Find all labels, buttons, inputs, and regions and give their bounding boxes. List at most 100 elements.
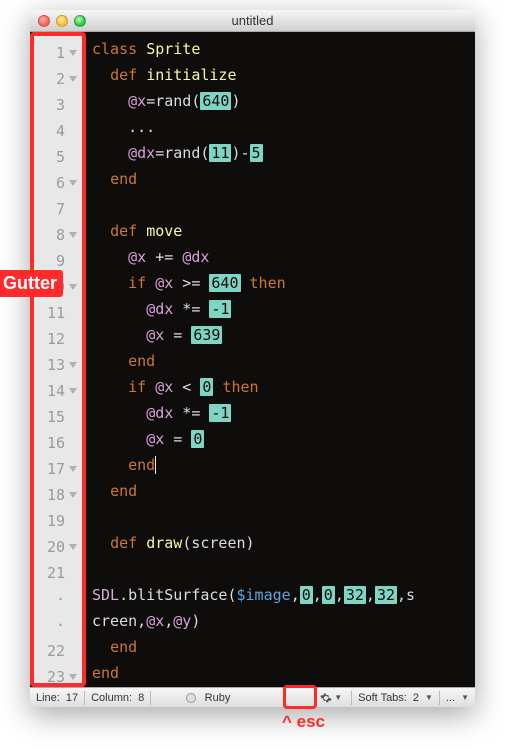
language-label[interactable]: Ruby (205, 692, 231, 704)
separator (150, 691, 151, 705)
gutter-line[interactable]: 2 (34, 66, 82, 92)
gutter-line[interactable]: 1 (34, 40, 82, 66)
zoom-icon[interactable] (74, 15, 86, 27)
code-line[interactable]: ... (92, 114, 475, 140)
fold-icon[interactable] (68, 386, 78, 396)
gutter-line[interactable]: 14 (34, 378, 82, 404)
token: , (164, 612, 173, 630)
bundle-menu-button[interactable]: ▼ (317, 692, 345, 704)
chevron-down-icon[interactable]: ▼ (425, 693, 433, 702)
status-col-value[interactable]: 8 (138, 692, 144, 704)
token: @x (146, 612, 164, 630)
gutter-line[interactable]: · (34, 612, 82, 638)
gutter-line[interactable]: 3 (34, 92, 82, 118)
chevron-down-icon: ▼ (334, 693, 342, 702)
token: 640 (200, 92, 231, 110)
gutter[interactable]: 123456789101112131415161718192021··2223 (30, 32, 86, 687)
token: then (222, 378, 258, 396)
code-area[interactable]: class Sprite def initialize @x=rand(640)… (86, 32, 475, 687)
minimize-icon[interactable] (56, 15, 68, 27)
code-line[interactable] (92, 504, 475, 530)
fold-icon[interactable] (68, 464, 78, 474)
gutter-line[interactable]: 16 (34, 430, 82, 456)
status-bar: Line: 17 Column: 8 Ruby ▼ Soft Tabs: 2 ▼… (30, 687, 475, 707)
gutter-line[interactable]: 17 (34, 456, 82, 482)
token: then (250, 274, 286, 292)
status-line-label: Line: (36, 692, 60, 704)
gutter-line[interactable]: 6 (34, 170, 82, 196)
symbol-popup[interactable]: ... (446, 692, 455, 704)
code-line[interactable]: @x=rand(640) (92, 88, 475, 114)
code-line[interactable]: def move (92, 218, 475, 244)
fold-icon (68, 334, 78, 344)
token (92, 66, 110, 84)
code-line[interactable]: end (92, 348, 475, 374)
code-line[interactable]: class Sprite (92, 36, 475, 62)
token: 32 (344, 586, 366, 604)
code-line[interactable]: @dx=rand(11)-5 (92, 140, 475, 166)
fold-icon[interactable] (68, 542, 78, 552)
gutter-line[interactable]: 5 (34, 144, 82, 170)
code-line[interactable]: if @x < 0 then (92, 374, 475, 400)
code-line[interactable]: def initialize (92, 62, 475, 88)
token: 0 (322, 586, 335, 604)
gutter-line[interactable]: 4 (34, 118, 82, 144)
close-icon[interactable] (38, 15, 50, 27)
code-line[interactable]: @x += @dx (92, 244, 475, 270)
titlebar[interactable]: untitled (30, 10, 475, 32)
gutter-line[interactable]: 23 (34, 664, 82, 690)
gutter-line[interactable]: 7 (34, 196, 82, 222)
line-number: 3 (56, 96, 65, 114)
token: SDL (92, 586, 119, 604)
gutter-line[interactable]: 22 (34, 638, 82, 664)
code-line[interactable]: @x = 0 (92, 426, 475, 452)
code-line[interactable]: @x = 639 (92, 322, 475, 348)
token: < (173, 378, 200, 396)
line-number: 19 (47, 512, 65, 530)
code-line[interactable]: end (92, 660, 475, 686)
fold-icon[interactable] (68, 282, 78, 292)
code-line[interactable]: end (92, 478, 475, 504)
code-line[interactable]: end (92, 634, 475, 660)
gutter-line[interactable]: 20 (34, 534, 82, 560)
softtabs-value[interactable]: 2 (413, 692, 419, 704)
chevron-down-icon[interactable]: ▼ (461, 693, 469, 702)
code-line[interactable]: SDL.blitSurface($image,0,0,32,32,s (92, 582, 475, 608)
code-line[interactable] (92, 192, 475, 218)
line-number: 8 (56, 226, 65, 244)
gutter-line[interactable]: 12 (34, 326, 82, 352)
fold-icon (68, 594, 78, 604)
fold-icon[interactable] (68, 230, 78, 240)
code-line[interactable]: @dx *= -1 (92, 400, 475, 426)
code-line[interactable]: end (92, 166, 475, 192)
gutter-line[interactable]: 11 (34, 300, 82, 326)
fold-icon[interactable] (68, 74, 78, 84)
token: += (146, 248, 182, 266)
gutter-line[interactable]: 15 (34, 404, 82, 430)
code-line[interactable] (92, 556, 475, 582)
fold-icon[interactable] (68, 490, 78, 500)
gutter-line[interactable]: 21 (34, 560, 82, 586)
code-line[interactable]: end (92, 452, 475, 478)
token: 0 (191, 430, 204, 448)
fold-icon (68, 646, 78, 656)
gutter-line[interactable]: 18 (34, 482, 82, 508)
fold-icon[interactable] (68, 672, 78, 682)
fold-icon[interactable] (68, 178, 78, 188)
code-line[interactable]: @dx *= -1 (92, 296, 475, 322)
gutter-line[interactable]: · (34, 586, 82, 612)
gutter-line[interactable]: 13 (34, 352, 82, 378)
status-line-value[interactable]: 17 (66, 692, 78, 704)
token (92, 222, 110, 240)
token: (screen) (182, 534, 254, 552)
fold-icon[interactable] (68, 360, 78, 370)
fold-icon[interactable] (68, 48, 78, 58)
code-line[interactable]: creen,@x,@y) (92, 608, 475, 634)
code-line[interactable]: if @x >= 640 then (92, 270, 475, 296)
gutter-line[interactable]: 8 (34, 222, 82, 248)
fold-icon (68, 204, 78, 214)
token: move (146, 222, 182, 240)
code-line[interactable]: def draw(screen) (92, 530, 475, 556)
token: 640 (209, 274, 240, 292)
gutter-line[interactable]: 19 (34, 508, 82, 534)
